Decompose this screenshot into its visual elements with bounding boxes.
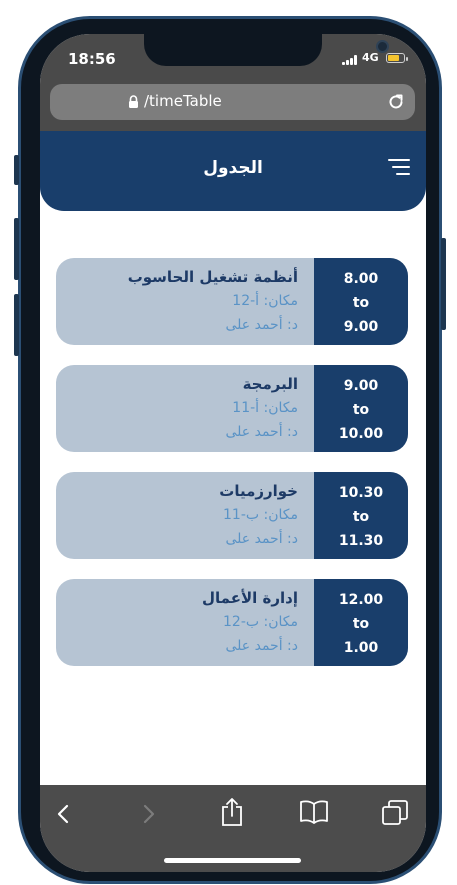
page-title: الجدول <box>203 158 263 178</box>
end-time: 11.30 <box>338 533 384 549</box>
start-time: 8.00 <box>343 271 379 287</box>
forward-icon[interactable] <box>138 803 158 825</box>
course-name: البرمجة <box>242 375 298 393</box>
course-info: إدارة الأعمال مكان: ب-12 د: أحمد على <box>68 587 298 658</box>
schedule-card[interactable]: 10.30 to 11.30 خوارزميات مكان: ب-11 د: أ… <box>56 472 408 559</box>
time-separator: to <box>352 402 370 418</box>
time-separator: to <box>352 616 370 632</box>
mute-switch <box>14 155 19 185</box>
time-block: 12.00 to 1.00 <box>314 579 408 666</box>
status-time: 18:56 <box>68 50 116 68</box>
course-info: أنظمة تشغيل الحاسوب مكان: أ-12 د: أحمد ع… <box>68 266 298 337</box>
room-label: مكان: أ-11 <box>232 400 298 416</box>
signal-bars-icon <box>342 55 358 65</box>
url-text[interactable]: /timeTable <box>144 92 222 110</box>
schedule-list: 8.00 to 9.00 أنظمة تشغيل الحاسوب مكان: أ… <box>56 258 410 686</box>
power-button <box>441 238 446 330</box>
teacher-label: د: أحمد على <box>225 317 299 333</box>
home-indicator[interactable] <box>164 858 301 863</box>
schedule-card[interactable]: 8.00 to 9.00 أنظمة تشغيل الحاسوب مكان: أ… <box>56 258 408 345</box>
end-time: 10.00 <box>338 426 384 442</box>
schedule-card[interactable]: 9.00 to 10.00 البرمجة مكان: أ-11 د: أحمد… <box>56 365 408 452</box>
schedule-card[interactable]: 12.00 to 1.00 إدارة الأعمال مكان: ب-12 د… <box>56 579 408 666</box>
teacher-label: د: أحمد على <box>225 424 299 440</box>
room-label: مكان: أ-12 <box>232 293 298 309</box>
share-icon[interactable] <box>219 797 245 827</box>
room-label: مكان: ب-12 <box>222 614 298 630</box>
phone-screen: 18:56 4G /timeTable الجدول 8.00 to 9.00 … <box>40 34 426 872</box>
course-info: خوارزميات مكان: ب-11 د: أحمد على <box>68 480 298 551</box>
start-time: 9.00 <box>343 378 379 394</box>
course-name: خوارزميات <box>219 482 298 500</box>
browser-chrome-top: 18:56 4G /timeTable <box>40 34 426 131</box>
address-bar[interactable]: /timeTable <box>50 84 415 120</box>
start-time: 12.00 <box>338 592 384 608</box>
room-label: مكان: ب-11 <box>222 507 298 523</box>
battery-icon <box>386 53 408 63</box>
course-info: البرمجة مكان: أ-11 د: أحمد على <box>68 373 299 444</box>
app-header: الجدول <box>40 131 426 211</box>
volume-up-button <box>14 218 19 280</box>
volume-down-button <box>14 294 19 356</box>
teacher-label: د: أحمد على <box>225 638 299 654</box>
end-time: 1.00 <box>343 640 379 656</box>
back-icon[interactable] <box>54 803 74 825</box>
bookmarks-icon[interactable] <box>299 799 329 825</box>
lock-icon <box>129 95 138 108</box>
start-time: 10.30 <box>338 485 384 501</box>
teacher-label: د: أحمد على <box>225 531 299 547</box>
network-label: 4G <box>362 51 379 64</box>
time-separator: to <box>352 295 370 311</box>
hamburger-menu-icon[interactable] <box>386 158 410 178</box>
time-block: 10.30 to 11.30 <box>314 472 408 559</box>
course-name: أنظمة تشغيل الحاسوب <box>127 268 298 286</box>
tabs-icon[interactable] <box>381 799 409 827</box>
notch <box>144 34 389 66</box>
time-separator: to <box>352 509 370 525</box>
time-block: 9.00 to 10.00 <box>314 365 408 452</box>
reload-icon[interactable] <box>386 92 406 112</box>
course-name: إدارة الأعمال <box>202 589 298 607</box>
end-time: 9.00 <box>343 319 379 335</box>
time-block: 8.00 to 9.00 <box>314 258 408 345</box>
browser-toolbar <box>40 785 426 872</box>
